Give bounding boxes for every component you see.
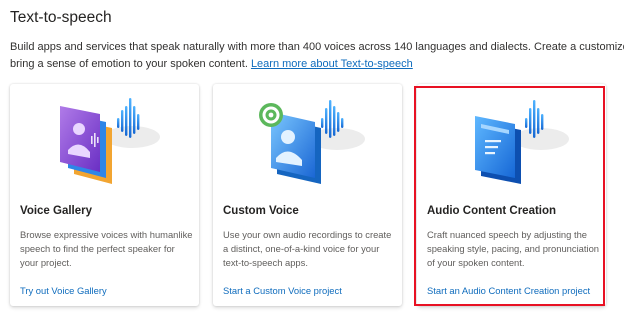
- audio-content-creation-illustration: [475, 100, 569, 184]
- description-line-2: bring a sense of emotion to your spoken …: [10, 56, 624, 73]
- card-title: Voice Gallery: [20, 205, 93, 217]
- card-title: Audio Content Creation: [427, 205, 557, 217]
- description-line-1: Build apps and services that speak natur…: [10, 41, 624, 53]
- card-description: Use your own audio recordings to create …: [223, 229, 392, 268]
- voice-gallery-card[interactable]: Voice Gallery Browse expressive voices w…: [10, 84, 199, 306]
- description-line-2-text: bring a sense of emotion to your spoken …: [10, 58, 251, 70]
- try-voice-gallery-link[interactable]: Try out Voice Gallery: [20, 285, 107, 296]
- page-description: Build apps and services that speak natur…: [10, 39, 624, 73]
- page-title: Text-to-speech: [10, 9, 112, 26]
- learn-more-link[interactable]: Learn more about Text-to-speech: [251, 58, 413, 70]
- card-title: Custom Voice: [223, 205, 299, 217]
- person-icon: [281, 130, 295, 144]
- custom-voice-card[interactable]: Custom Voice Use your own audio recordin…: [213, 84, 402, 306]
- audio-content-creation-card[interactable]: Audio Content Creation Craft nuanced spe…: [417, 84, 606, 306]
- start-custom-voice-link[interactable]: Start a Custom Voice project: [223, 285, 342, 296]
- card-description: Browse expressive voices with humanlike …: [20, 229, 193, 268]
- start-audio-content-creation-link[interactable]: Start an Audio Content Creation project: [427, 285, 590, 296]
- card-description: Craft nuanced speech by adjusting the sp…: [427, 229, 599, 268]
- person-icon: [73, 123, 85, 135]
- gear-icon: [259, 103, 283, 127]
- custom-voice-illustration: [259, 100, 365, 184]
- voice-gallery-illustration: [60, 98, 160, 184]
